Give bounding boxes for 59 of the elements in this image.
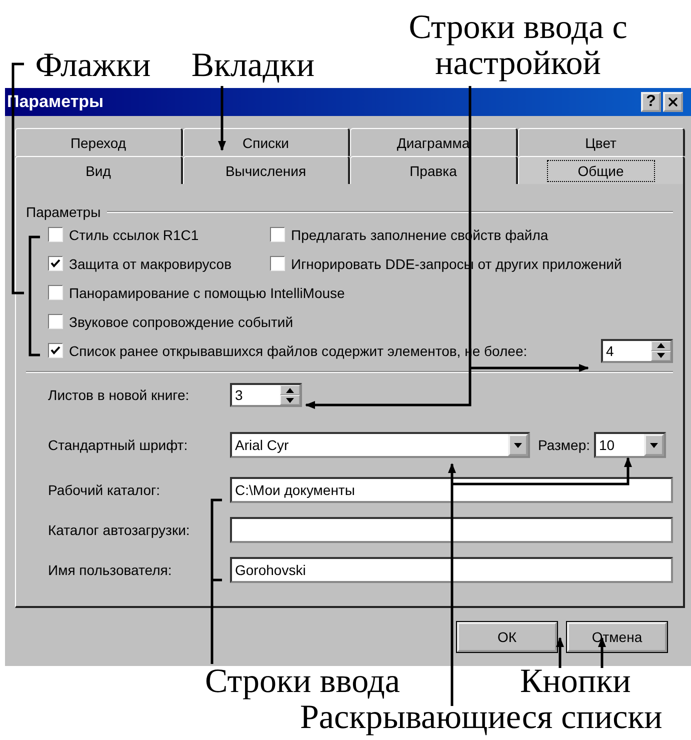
checkbox[interactable] <box>48 227 63 242</box>
checkbox[interactable] <box>48 285 63 300</box>
callout-label: Строки ввода <box>205 664 400 700</box>
checkbox-label: Звуковое сопровождение событий <box>69 314 294 330</box>
checkbox[interactable] <box>48 314 63 329</box>
tab[interactable]: Вид <box>15 156 182 184</box>
check-icon <box>49 257 62 270</box>
checkbox[interactable] <box>48 256 63 271</box>
recent-files-spinner[interactable]: 4 <box>601 338 673 362</box>
field-label: Имя пользователя: <box>48 562 173 578</box>
text-field[interactable]: Gorohovski <box>230 557 673 583</box>
tab[interactable]: Цвет <box>518 128 685 156</box>
down-arrow-icon <box>286 398 294 402</box>
callout-label: Вкладки <box>190 48 316 84</box>
field-label: Листов в новой книге: <box>48 387 190 403</box>
callout-label: Флажки <box>34 48 152 84</box>
leader-line <box>218 86 226 151</box>
callout-label: Раскрывающиеся списки <box>300 700 662 736</box>
up-arrow-icon <box>286 388 294 392</box>
close-icon <box>666 95 680 109</box>
help-button[interactable]: ? <box>641 92 661 112</box>
checkbox-label: Панорамирование с помощью IntelliMouse <box>69 284 345 300</box>
ok-button[interactable]: ОК <box>457 622 557 652</box>
window-title: Параметры <box>7 92 105 112</box>
spin-up-button[interactable] <box>280 385 300 395</box>
text-field[interactable] <box>230 517 673 543</box>
leader-line <box>556 637 564 668</box>
tab[interactable]: Вычисления <box>182 156 350 184</box>
cancel-button[interactable]: Отмена <box>567 622 667 652</box>
text-field[interactable]: C:\Мои документы <box>230 477 673 503</box>
checkbox[interactable] <box>48 343 63 358</box>
group-title: Параметры <box>26 204 101 220</box>
spin-down-button[interactable] <box>651 350 671 360</box>
font-dropdown[interactable]: Arial Cyr <box>230 432 530 458</box>
tab[interactable]: Правка <box>350 156 518 184</box>
checkbox[interactable] <box>270 227 285 242</box>
tab[interactable]: Переход <box>15 128 182 156</box>
tab[interactable]: Диаграмма <box>350 128 518 156</box>
down-arrow-icon <box>650 442 658 448</box>
down-arrow-icon <box>514 442 522 448</box>
checkbox-label: Стиль ссылок R1C1 <box>69 226 199 242</box>
size-dropdown[interactable]: 10 <box>594 432 666 458</box>
spin-up-button[interactable] <box>651 340 671 350</box>
close-button[interactable] <box>663 92 683 112</box>
field-label: Каталог автозагрузки: <box>48 522 191 538</box>
field-label: Стандартный шрифт: <box>48 437 189 453</box>
checkbox-label: Защита от макровирусов <box>69 256 232 272</box>
tab[interactable]: Списки <box>182 128 350 156</box>
sheets-spinner[interactable]: 3 <box>230 383 302 407</box>
field-label: Рабочий каталог: <box>48 482 162 498</box>
spin-down-button[interactable] <box>280 395 300 405</box>
tab[interactable]: Общие <box>518 156 685 184</box>
field-label: Размер: <box>538 437 590 453</box>
callout-label: Строки ввода с настройкой <box>408 10 628 82</box>
checkbox[interactable] <box>270 256 285 271</box>
up-arrow-icon <box>657 343 665 348</box>
check-icon <box>49 344 62 357</box>
down-arrow-icon <box>657 353 665 358</box>
callout-label: Кнопки <box>520 664 631 700</box>
